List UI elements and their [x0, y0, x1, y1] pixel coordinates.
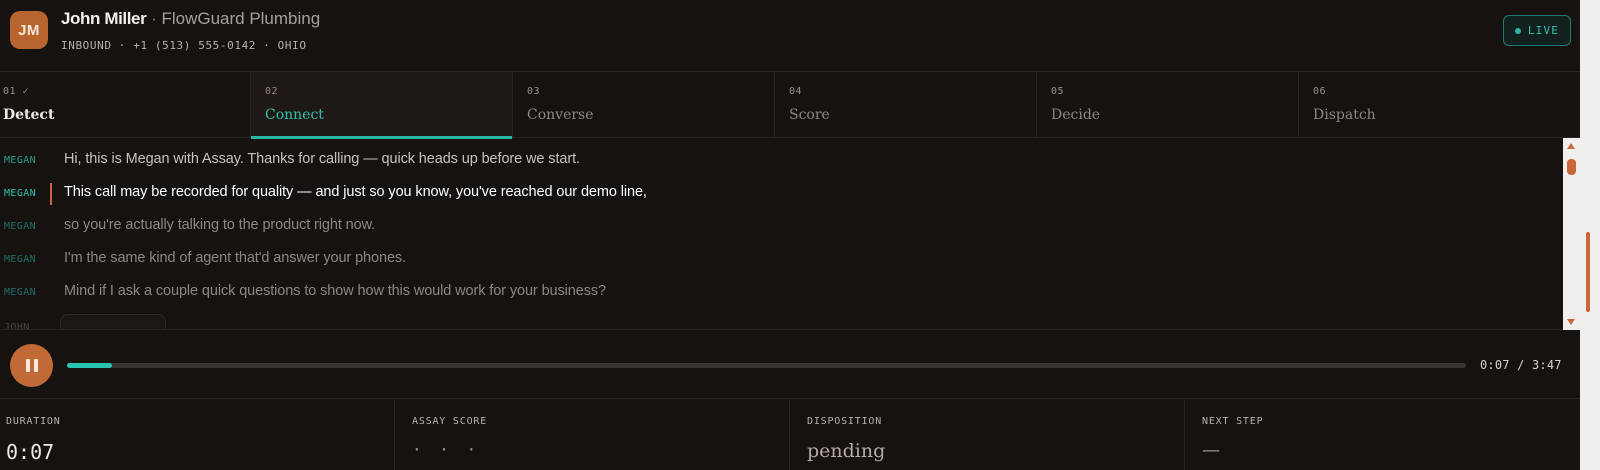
stat-label: DISPOSITION	[807, 416, 883, 427]
speaker-label: MEGAN	[4, 155, 37, 166]
stat-assay-score: ASSAY SCORE · · ·	[395, 400, 790, 470]
caller-company: FlowGuard Plumbing	[161, 9, 321, 28]
scroll-up-arrow-icon[interactable]	[1567, 143, 1575, 149]
speaker-label: MEGAN	[4, 254, 37, 265]
stat-label: DURATION	[6, 416, 61, 427]
step-score[interactable]: 04 Score	[775, 72, 1037, 138]
stat-duration: DURATION 0:07	[0, 400, 395, 470]
pause-button[interactable]	[10, 344, 53, 387]
disposition-value: pending	[807, 440, 886, 462]
speaker-label: JOHN	[4, 322, 30, 330]
transcript-line: MEGAN Hi, this is Megan with Assay. Than…	[0, 149, 1540, 173]
speaker-label: MEGAN	[4, 188, 37, 199]
step-label: Decide	[1051, 107, 1101, 123]
scroll-thumb[interactable]	[1567, 159, 1576, 175]
call-stats: DURATION 0:07 ASSAY SCORE · · · DISPOSIT…	[0, 400, 1580, 470]
transcript-scrollbar[interactable]	[1563, 138, 1580, 330]
live-badge: LIVE	[1503, 15, 1571, 46]
step-number: 06	[1313, 86, 1327, 97]
progress-fill	[67, 363, 113, 368]
step-label: Converse	[527, 107, 594, 123]
caller-separator: ·	[146, 9, 162, 28]
call-header: JM John Miller · FlowGuard Plumbing INBO…	[0, 0, 1580, 72]
step-label: Dispatch	[1313, 107, 1376, 123]
pause-icon	[33, 359, 38, 372]
duration-value: 0:07	[6, 440, 55, 464]
step-number: 05	[1051, 86, 1065, 97]
step-number: 01 ✓	[3, 86, 30, 97]
speaker-label: MEGAN	[4, 287, 37, 298]
progress-track[interactable]	[67, 363, 1466, 368]
transcript-line: MEGAN so you're actually talking to the …	[0, 215, 1540, 239]
step-dispatch[interactable]: 06 Dispatch	[1299, 72, 1580, 138]
step-connect[interactable]: 02 Connect	[251, 72, 513, 139]
transcript-line: MEGAN Mind if I ask a couple quick quest…	[0, 281, 1540, 305]
utterance-text: I'm the same kind of agent that'd answer…	[64, 250, 406, 266]
step-label: Connect	[265, 107, 324, 123]
stat-next-step: NEXT STEP —	[1185, 400, 1580, 470]
typing-indicator	[60, 314, 166, 329]
page-scrollbar[interactable]	[1580, 0, 1600, 470]
step-number: 04	[789, 86, 803, 97]
transcript-line: MEGAN I'm the same kind of agent that'd …	[0, 248, 1540, 272]
audio-player: 0:07 / 3:47	[0, 331, 1580, 399]
current-line-marker	[50, 183, 52, 205]
live-label: LIVE	[1527, 24, 1560, 37]
page-scroll-thumb[interactable]	[1586, 232, 1590, 312]
caller-title: John Miller · FlowGuard Plumbing	[61, 9, 320, 29]
scroll-down-arrow-icon[interactable]	[1567, 319, 1575, 325]
next-step-value: —	[1202, 440, 1220, 461]
transcript-panel[interactable]: MEGAN Hi, this is Megan with Assay. Than…	[0, 138, 1580, 330]
call-meta: INBOUND · +1 (513) 555-0142 · OHIO	[61, 39, 307, 52]
score-value: · · ·	[412, 440, 481, 459]
utterance-text: Mind if I ask a couple quick questions t…	[64, 283, 606, 299]
stat-label: NEXT STEP	[1202, 416, 1264, 427]
time-readout: 0:07 / 3:47	[1480, 358, 1562, 372]
step-label: Detect	[3, 107, 55, 123]
speaker-label: MEGAN	[4, 221, 37, 232]
caller-name: John Miller	[61, 9, 147, 28]
step-detect[interactable]: 01 ✓ Detect	[0, 72, 251, 138]
utterance-text: so you're actually talking to the produc…	[64, 217, 376, 233]
live-dot-icon	[1514, 27, 1521, 34]
stat-disposition: DISPOSITION pending	[790, 400, 1185, 470]
step-decide[interactable]: 05 Decide	[1037, 72, 1299, 138]
utterance-text: This call may be recorded for quality — …	[64, 184, 647, 200]
call-console: JM John Miller · FlowGuard Plumbing INBO…	[0, 0, 1580, 470]
step-number: 03	[527, 86, 541, 97]
utterance-text: Hi, this is Megan with Assay. Thanks for…	[64, 151, 580, 167]
pipeline-steps: 01 ✓ Detect 02 Connect 03 Converse 04 Sc…	[0, 72, 1580, 139]
step-number: 02	[265, 86, 279, 97]
avatar: JM	[10, 11, 48, 49]
transcript-line-current: MEGAN This call may be recorded for qual…	[0, 182, 1540, 206]
step-converse[interactable]: 03 Converse	[513, 72, 775, 138]
step-label: Score	[789, 107, 830, 123]
stat-label: ASSAY SCORE	[412, 416, 488, 427]
pause-icon	[25, 359, 30, 372]
transcript-line: JOHN	[0, 314, 1540, 330]
